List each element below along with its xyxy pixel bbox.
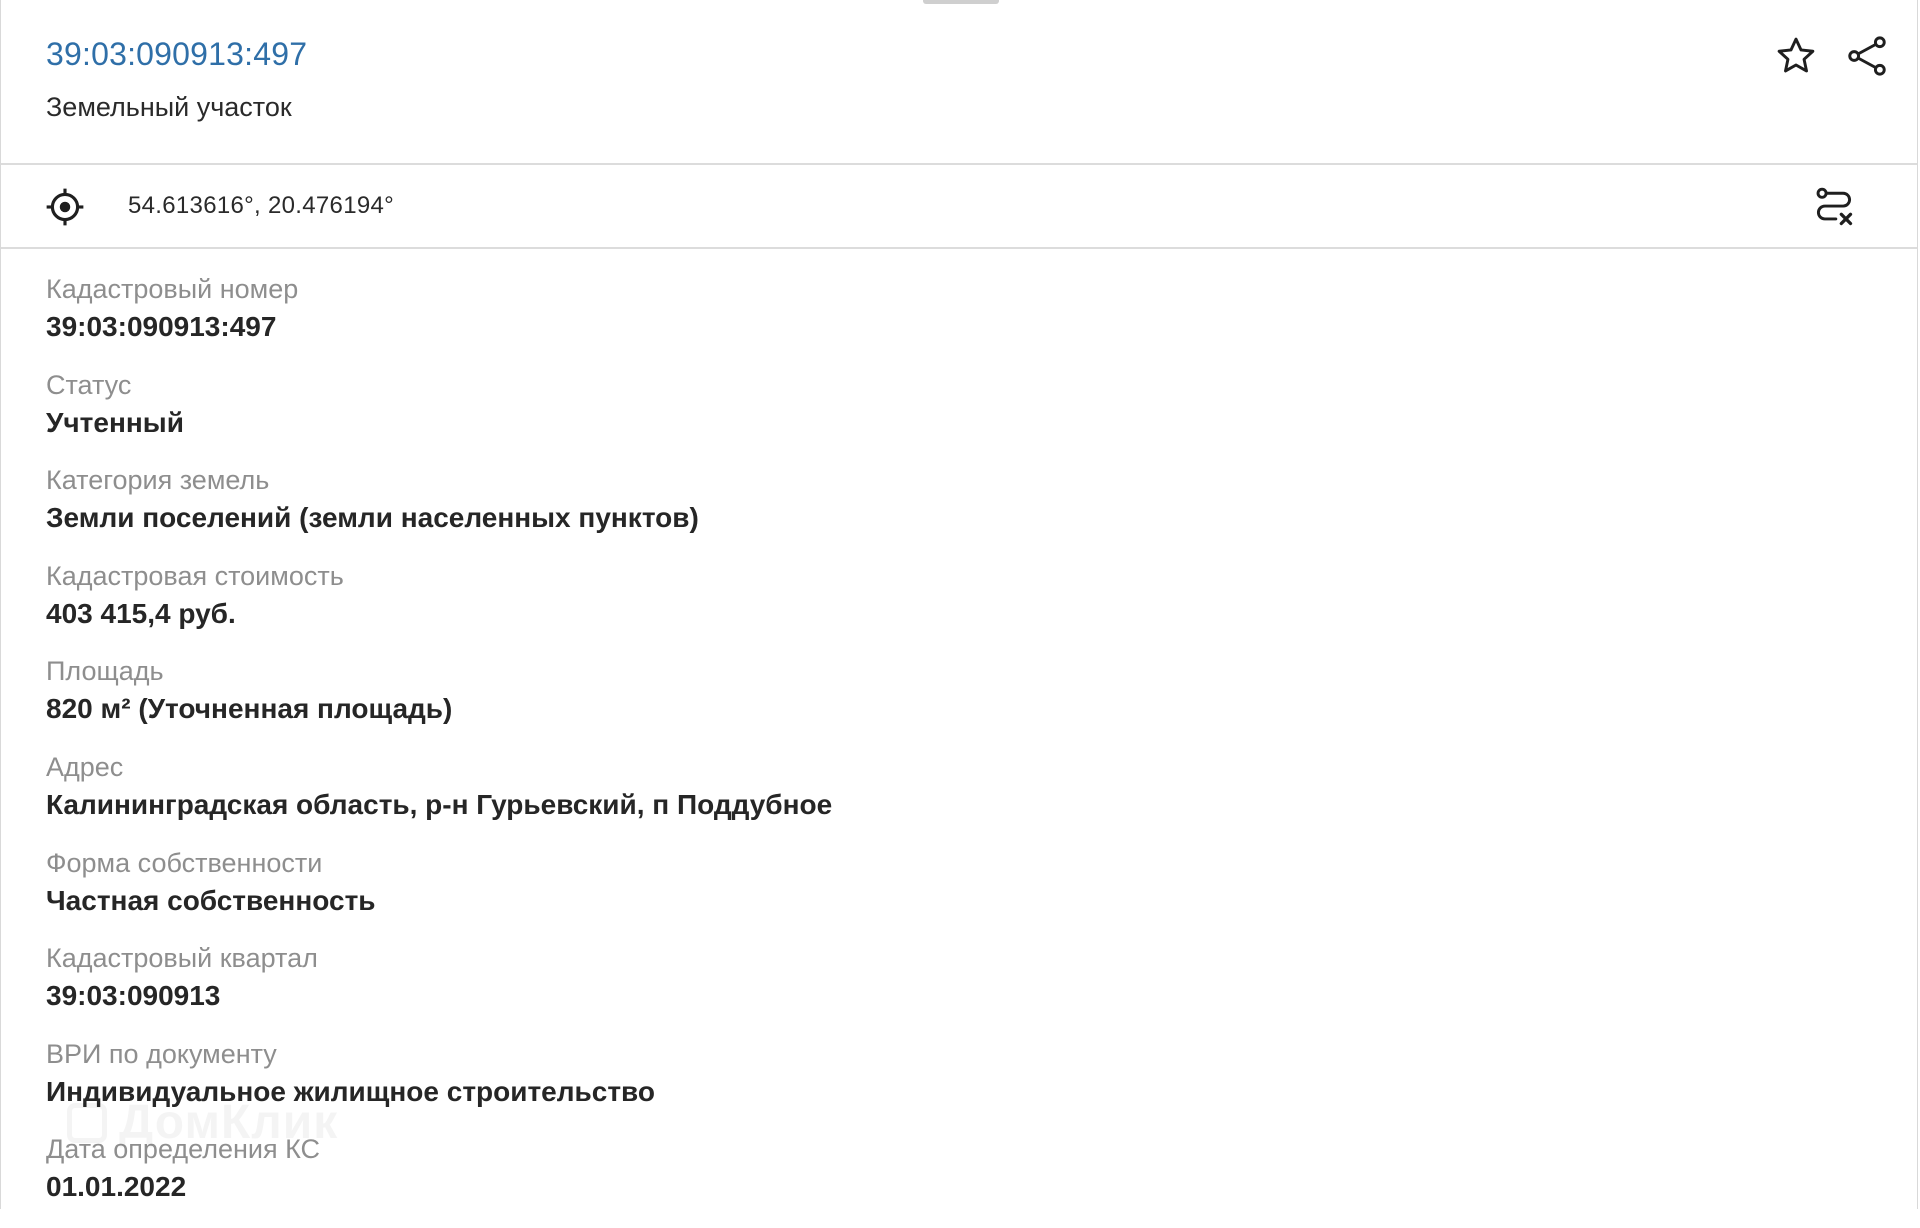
field-valuation-date: Дата определения КС 01.01.2022: [46, 1132, 1846, 1228]
field-value: Учтенный: [46, 406, 184, 438]
locate-button[interactable]: [37, 179, 93, 235]
field-label: Статус: [46, 369, 132, 400]
card-header: 39:03:090913:497 Земельный участок: [1, 0, 1917, 165]
field-value: 01.01.2022: [46, 1171, 187, 1203]
field-value: Калининградская область, р-н Гурьевский,…: [46, 788, 833, 820]
details-list: Кадастровый номер 39:03:090913:497 Стату…: [46, 272, 1846, 1228]
object-type-label: Земельный участок: [46, 92, 292, 122]
field-label: Кадастровый номер: [46, 274, 299, 304]
star-outline-icon: [1777, 37, 1815, 73]
field-permitted-use: ВРИ по документу Индивидуальное жилищное…: [46, 1037, 1846, 1133]
field-value: Индивидуальное жилищное строительство: [46, 1075, 655, 1107]
field-label: Дата определения КС: [46, 1134, 321, 1165]
object-card: 39:03:090913:497 Земельный участок 54.61…: [0, 0, 1918, 1209]
field-cadastral-value: Кадастровая стоимость 403 415,4 руб.: [46, 559, 1846, 655]
field-area: Площадь 820 м² (Уточненная площадь): [46, 654, 1846, 750]
coordinates-text[interactable]: 54.613616°, 20.476194°: [128, 192, 394, 220]
cadastral-number-link[interactable]: 39:03:090913:497: [46, 36, 307, 73]
route-button[interactable]: [1806, 179, 1862, 235]
field-value: 403 415,4 руб.: [46, 597, 236, 629]
share-button[interactable]: [1839, 28, 1895, 84]
crosshair-location-icon: [46, 188, 84, 226]
field-value: 39:03:090913:497: [46, 311, 277, 342]
route-cancel-icon: [1816, 187, 1853, 226]
favorite-button[interactable]: [1768, 28, 1824, 84]
field-label: Площадь: [46, 656, 164, 687]
field-cadastral-quarter: Кадастровый квартал 39:03:090913: [46, 941, 1846, 1037]
field-value: Частная собственность: [46, 884, 376, 916]
field-ownership-form: Форма собственности Частная собственност…: [46, 846, 1846, 942]
field-address: Адрес Калининградская область, р-н Гурье…: [46, 750, 1846, 846]
field-status: Статус Учтенный: [46, 368, 1846, 464]
field-value: Земли поселений (земли населенных пункто…: [46, 502, 699, 534]
coordinates-bar: 54.613616°, 20.476194°: [1, 165, 1917, 249]
field-value[interactable]: 39:03:090913: [46, 978, 1846, 1014]
field-land-category: Категория земель Земли поселений (земли …: [46, 463, 1846, 559]
field-label: Кадастровый квартал: [46, 943, 318, 974]
field-label: Адрес: [46, 751, 124, 782]
field-label: Форма собственности: [46, 847, 323, 878]
field-label: Категория земель: [46, 465, 270, 496]
field-label: ВРИ по документу: [46, 1038, 277, 1069]
share-icon: [1848, 36, 1886, 76]
field-cadastral-number: Кадастровый номер 39:03:090913:497: [46, 272, 1846, 368]
field-label: Кадастровая стоимость: [46, 560, 344, 591]
field-value: 820 м² (Уточненная площадь): [46, 693, 453, 725]
